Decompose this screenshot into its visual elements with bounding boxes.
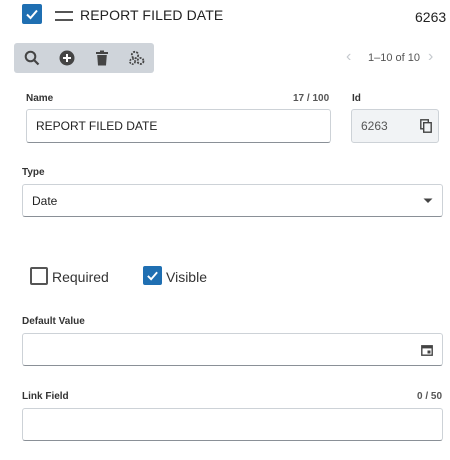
name-counter: 17 / 100 bbox=[293, 93, 330, 104]
name-input[interactable]: REPORT FILED DATE bbox=[26, 109, 331, 143]
prev-page-icon[interactable]: ‹ bbox=[346, 48, 351, 66]
required-checkbox[interactable] bbox=[30, 267, 48, 285]
field-id-display: 6263 bbox=[415, 9, 447, 25]
type-label: Type bbox=[22, 167, 45, 178]
type-select-value: Date bbox=[32, 193, 58, 208]
default-value-label: Default Value bbox=[22, 316, 85, 327]
check-icon bbox=[26, 9, 38, 20]
id-field: 6263 bbox=[351, 109, 439, 143]
required-label[interactable]: Required bbox=[52, 269, 109, 285]
trash-icon bbox=[95, 50, 108, 66]
calendar-button[interactable] bbox=[412, 344, 442, 356]
copy-button[interactable] bbox=[414, 119, 438, 133]
visible-checkbox[interactable] bbox=[143, 266, 162, 285]
check-icon bbox=[147, 271, 158, 281]
pager-range: 1–10 of 10 bbox=[368, 52, 420, 64]
add-circle-icon bbox=[59, 50, 74, 66]
dropdown-caret-icon bbox=[414, 198, 442, 204]
search-button[interactable] bbox=[14, 43, 49, 73]
link-field-label: Link Field bbox=[22, 391, 69, 402]
visible-label[interactable]: Visible bbox=[166, 269, 207, 285]
calendar-icon bbox=[421, 344, 433, 356]
settings-button[interactable] bbox=[119, 43, 154, 73]
default-value-input[interactable] bbox=[22, 333, 443, 366]
search-icon bbox=[24, 50, 39, 66]
link-field-counter: 0 / 50 bbox=[417, 391, 443, 402]
gears-icon bbox=[128, 50, 144, 65]
name-label: Name bbox=[26, 93, 54, 104]
drag-handle-icon[interactable] bbox=[55, 11, 73, 21]
row-select-checkbox[interactable] bbox=[22, 4, 42, 24]
name-input-value: REPORT FILED DATE bbox=[36, 119, 158, 133]
type-select[interactable]: Date bbox=[22, 184, 443, 217]
delete-button[interactable] bbox=[84, 43, 119, 73]
field-title: REPORT FILED DATE bbox=[80, 7, 224, 23]
copy-icon bbox=[420, 119, 432, 133]
id-label: Id bbox=[352, 93, 361, 104]
add-button[interactable] bbox=[49, 43, 84, 73]
next-page-icon[interactable]: › bbox=[428, 48, 433, 66]
id-field-value: 6263 bbox=[361, 119, 388, 133]
link-field-input[interactable] bbox=[22, 408, 443, 441]
toolbar bbox=[14, 43, 154, 73]
